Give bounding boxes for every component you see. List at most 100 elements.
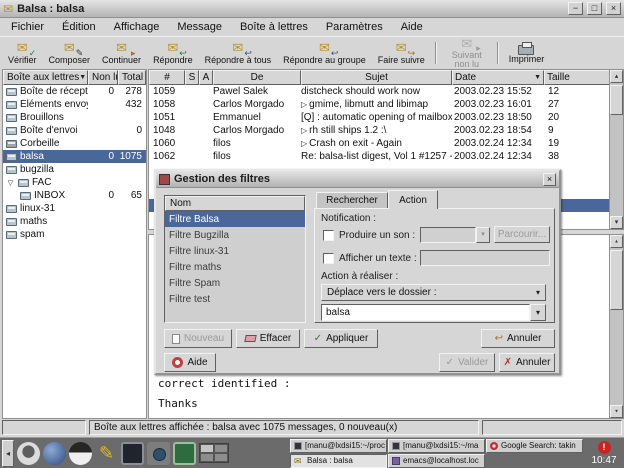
sidebar-item-sent[interactable]: Éléments envoyés 432 <box>3 98 146 111</box>
reply-group-button[interactable]: ✉↩ Répondre au groupe <box>277 38 372 68</box>
help-icon <box>172 357 183 368</box>
thread-expander-icon[interactable]: ▷ <box>301 100 307 109</box>
alert-applet-icon[interactable]: ! <box>598 441 611 454</box>
sidebar-item-fac-inbox[interactable]: INBOX 065 <box>3 189 146 202</box>
sidebar-item-drafts[interactable]: Brouillons <box>3 111 146 124</box>
filter-item-test[interactable]: Filtre test <box>165 291 305 307</box>
preview-scrollbar[interactable]: ▴ ▾ <box>609 235 623 418</box>
scroll-down-icon[interactable]: ▾ <box>610 216 623 229</box>
sidebar-item-maths[interactable]: maths <box>3 215 146 228</box>
show-text-checkbox[interactable] <box>323 253 334 264</box>
penguin-icon[interactable] <box>69 442 92 465</box>
menu-aide[interactable]: Aide <box>392 19 432 35</box>
message-row[interactable]: 1048 Carlos Morgado ▷rh still ships 1.2 … <box>149 124 610 137</box>
menu-edition[interactable]: Édition <box>53 19 105 35</box>
delete-filter-button[interactable]: Effacer <box>236 329 300 348</box>
expander-open-icon[interactable]: ▽ <box>6 179 15 187</box>
menu-message[interactable]: Message <box>168 19 231 35</box>
destination-folder-combo[interactable]: balsa ▾ <box>321 304 546 321</box>
filter-item-balsa[interactable]: Filtre Balsa <box>165 211 305 227</box>
sidebar-item-outbox[interactable]: Boîte d'envoi 0 <box>3 124 146 137</box>
thread-expander-icon[interactable]: ▷ <box>301 126 307 135</box>
scroll-up-icon[interactable]: ▴ <box>610 235 623 248</box>
message-row[interactable]: 1059 Pawel Salek distcheck should work n… <box>149 85 610 98</box>
message-row[interactable]: 1062 filos Re: balsa-list digest, Vol 1 … <box>149 150 610 163</box>
from-header[interactable]: De <box>213 70 301 85</box>
minimize-icon[interactable]: − <box>568 2 583 15</box>
reply-all-button[interactable]: ✉↩ Répondre à tous <box>199 38 278 68</box>
filter-list-header[interactable]: Nom <box>165 196 305 211</box>
title-bar[interactable]: ✉ Balsa : balsa − □ × <box>0 0 624 18</box>
attachment-header[interactable]: A <box>199 70 213 85</box>
message-list-scrollbar[interactable]: ▴ ▾ <box>609 70 623 229</box>
filter-item-spam[interactable]: Filtre Spam <box>165 275 305 291</box>
panel-hide-arrow-icon[interactable]: ◂ <box>2 440 14 467</box>
dialog-title-bar[interactable]: Gestion des filtres × <box>156 171 559 188</box>
message-row[interactable]: 1051 Emmanuel [Q] : automatic opening of… <box>149 111 610 124</box>
menu-affichage[interactable]: Affichage <box>105 19 169 35</box>
filter-item-linux-31[interactable]: Filtre linux-31 <box>165 243 305 259</box>
cancel-button[interactable]: ✗Annuler <box>499 353 555 372</box>
menu-parametres[interactable]: Paramètres <box>317 19 392 35</box>
menu-fichier[interactable]: Fichier <box>2 19 53 35</box>
pen-icon[interactable]: ✎ <box>95 442 118 465</box>
print-button[interactable]: Imprimer <box>503 38 551 68</box>
sidebar-item-trash[interactable]: Corbeille <box>3 137 146 150</box>
scrollbar-thumb[interactable] <box>610 85 623 115</box>
clock: 10:47 <box>591 455 616 466</box>
task-terminal-2[interactable]: [manu@lxdsi15:~/ma <box>388 439 485 453</box>
subject-header[interactable]: Sujet <box>301 70 452 85</box>
size-header[interactable]: Taille <box>544 70 610 85</box>
num-header[interactable]: # <box>149 70 185 85</box>
filter-item-bugzilla[interactable]: Filtre Bugzilla <box>165 227 305 243</box>
sidebar-item-fac[interactable]: ▽FAC <box>3 176 146 189</box>
play-sound-checkbox[interactable] <box>323 230 334 241</box>
web-browser-icon[interactable] <box>43 442 66 465</box>
scrollbar-thumb[interactable] <box>610 250 623 310</box>
message-row[interactable]: 1058 Carlos Morgado ▷gmime, libmutt and … <box>149 98 610 111</box>
sort-desc-icon: ▼ <box>534 74 541 81</box>
folder-value[interactable]: balsa <box>321 304 530 321</box>
filter-item-maths[interactable]: Filtre maths <box>165 259 305 275</box>
reply-button[interactable]: ✉↩ Répondre <box>147 38 199 68</box>
action-type-dropdown[interactable]: Déplace vers le dossier : ▾ <box>321 284 546 301</box>
message-row[interactable]: 1060 filos ▷Crash on exit - Again 2003.0… <box>149 137 610 150</box>
check-mail-button[interactable]: ✉✓ Vérifier <box>2 38 43 68</box>
date-header[interactable]: Date▼ <box>452 70 544 85</box>
dialog-close-icon[interactable]: × <box>543 173 556 186</box>
unread-header[interactable]: Non lu <box>88 70 118 85</box>
scroll-down-icon[interactable]: ▾ <box>610 405 623 418</box>
help-button[interactable]: Aide <box>164 353 216 372</box>
continue-button[interactable]: ✉▸ Continuer <box>96 38 147 68</box>
terminal-icon[interactable] <box>121 442 144 465</box>
monitor-icon[interactable] <box>173 442 196 465</box>
printer-icon <box>518 45 534 55</box>
sidebar-item-linux-31[interactable]: linux-31 <box>3 202 146 215</box>
camera-icon[interactable] <box>147 442 170 465</box>
sidebar-item-balsa[interactable]: balsa 01075 <box>3 150 146 163</box>
combo-arrow-icon[interactable]: ▾ <box>530 304 546 321</box>
compose-button[interactable]: ✉✎ Composer <box>43 38 97 68</box>
task-emacs[interactable]: emacs@localhost.loc <box>388 454 485 468</box>
sidebar-item-inbox[interactable]: Boîte de réception 0278 <box>3 85 146 98</box>
desktop-pager[interactable] <box>199 443 229 463</box>
scroll-up-icon[interactable]: ▴ <box>610 70 623 83</box>
status-header[interactable]: S <box>185 70 199 85</box>
task-google-search[interactable]: Google Search: takin <box>486 439 583 453</box>
total-header[interactable]: Total <box>118 70 146 85</box>
mailbox-name-header[interactable]: Boîte aux lettres▼ <box>3 70 88 85</box>
maximize-icon[interactable]: □ <box>587 2 602 15</box>
task-balsa[interactable]: ✉ Balsa : balsa <box>290 454 387 468</box>
close-icon[interactable]: × <box>606 2 621 15</box>
gnome-menu-icon[interactable] <box>17 442 40 465</box>
menu-boite-a-lettres[interactable]: Boîte à lettres <box>231 19 317 35</box>
task-terminal-1[interactable]: [manu@lxdsi15:~/proc <box>290 439 387 453</box>
tab-rechercher[interactable]: Rechercher <box>316 192 388 209</box>
revert-button[interactable]: ↩Annuler <box>481 329 555 348</box>
forward-button[interactable]: ✉↪ Faire suivre <box>372 38 431 68</box>
thread-expander-icon[interactable]: ▷ <box>301 139 307 148</box>
apply-button[interactable]: ✓Appliquer <box>304 329 378 348</box>
tab-action[interactable]: Action <box>388 190 438 209</box>
sidebar-item-spam[interactable]: spam <box>3 228 146 241</box>
sidebar-item-bugzilla[interactable]: bugzilla <box>3 163 146 176</box>
